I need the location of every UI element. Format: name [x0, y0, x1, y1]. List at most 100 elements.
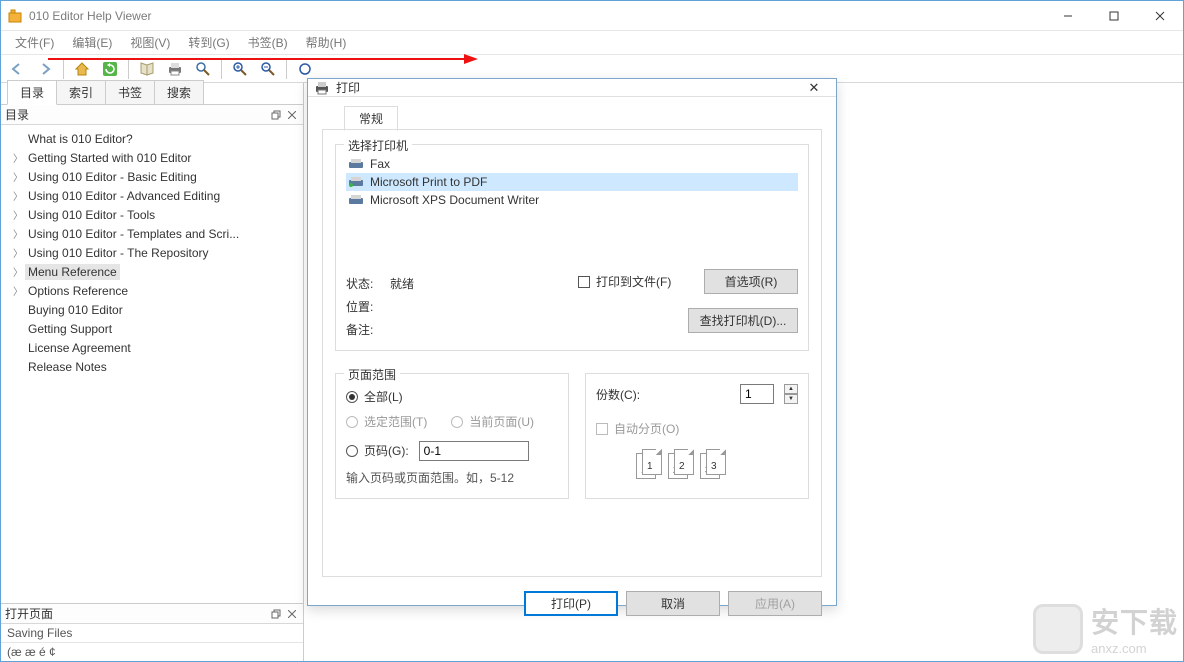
tree-node[interactable]: Buying 010 Editor	[7, 300, 303, 319]
sidebar: 目录 索引 书签 搜索 目录 What is 010 Editor?〉Getti…	[1, 83, 304, 661]
group-select-printer: 选择打印机 FaxMicrosoft Print to PDFMicrosoft…	[335, 144, 809, 351]
zoom-in-button[interactable]	[228, 57, 252, 81]
tree-node[interactable]: 〉Options Reference	[7, 281, 303, 300]
zoom-out-button[interactable]	[256, 57, 280, 81]
tree-node[interactable]: Getting Support	[7, 319, 303, 338]
tree-node-label: Using 010 Editor - Tools	[25, 207, 158, 223]
tree-node-label: Getting Support	[25, 321, 115, 337]
radio-all[interactable]: 全部(L)	[346, 388, 558, 405]
watermark-domain: anxz.com	[1091, 641, 1178, 656]
copies-input[interactable]	[740, 384, 774, 404]
expand-icon[interactable]: 〉	[13, 207, 25, 222]
find-button[interactable]	[191, 57, 215, 81]
tree-node-label: Release Notes	[25, 359, 110, 375]
print-to-file-checkbox[interactable]: 打印到文件(F)	[578, 273, 671, 290]
tree-node[interactable]: What is 010 Editor?	[7, 129, 303, 148]
sidebar-tabs: 目录 索引 书签 搜索	[1, 83, 303, 105]
expand-icon[interactable]: 〉	[13, 283, 25, 298]
print-button[interactable]	[163, 57, 187, 81]
toc-panel-header: 目录	[1, 105, 303, 125]
open-pages-line2: (æ æ é ¢	[1, 642, 303, 661]
printer-item-label: Microsoft Print to PDF	[370, 175, 487, 189]
printer-item-icon	[348, 194, 364, 206]
expand-icon[interactable]: 〉	[13, 245, 25, 260]
tree-node[interactable]: 〉Using 010 Editor - Advanced Editing	[7, 186, 303, 205]
tree-node[interactable]: 〉Using 010 Editor - The Repository	[7, 243, 303, 262]
close-panel-icon-2[interactable]	[285, 607, 299, 621]
minimize-button[interactable]	[1045, 1, 1091, 31]
titlebar: 010 Editor Help Viewer	[1, 1, 1183, 31]
print-dialog-close[interactable]: ✕	[798, 80, 830, 96]
menu-help[interactable]: 帮助(H)	[298, 32, 355, 53]
printer-item[interactable]: Microsoft Print to PDF	[346, 173, 798, 191]
back-button[interactable]	[5, 57, 29, 81]
menu-view[interactable]: 视图(V)	[122, 32, 178, 53]
printer-item-label: Microsoft XPS Document Writer	[370, 193, 539, 207]
printer-item[interactable]: Microsoft XPS Document Writer	[346, 191, 798, 209]
tab-bookmarks[interactable]: 书签	[105, 80, 155, 104]
find-printer-button[interactable]: 查找打印机(D)...	[688, 308, 798, 333]
tree-node-label: Menu Reference	[25, 264, 120, 280]
printer-item-label: Fax	[370, 157, 390, 171]
tree-node-label: Using 010 Editor - Basic Editing	[25, 169, 200, 185]
tree-node-label: Using 010 Editor - Templates and Scri...	[25, 226, 242, 242]
maximize-button[interactable]	[1091, 1, 1137, 31]
pages-input[interactable]	[419, 441, 529, 461]
print-dialog: 打印 ✕ 常规 选择打印机 FaxMicrosoft Print to PDFM…	[307, 78, 837, 606]
collate-illustration: 11 22 33	[636, 453, 798, 483]
tree-node[interactable]: License Agreement	[7, 338, 303, 357]
tree-node[interactable]: Release Notes	[7, 357, 303, 376]
open-pages-header: 打开页面	[1, 604, 303, 624]
menu-edit[interactable]: 编辑(E)	[64, 32, 120, 53]
open-pages-panel: 打开页面 Saving Files (æ æ é ¢	[1, 604, 303, 661]
tree-node[interactable]: 〉Using 010 Editor - Basic Editing	[7, 167, 303, 186]
radio-current-page: 当前页面(U)	[451, 413, 534, 430]
tab-search[interactable]: 搜索	[154, 80, 204, 104]
forward-button[interactable]	[33, 57, 57, 81]
toc-tree[interactable]: What is 010 Editor?〉Getting Started with…	[1, 125, 303, 604]
home-button[interactable]	[70, 57, 94, 81]
print-dialog-title: 打印	[336, 79, 798, 96]
zoom-reset-button[interactable]	[293, 57, 317, 81]
tree-node[interactable]: 〉Using 010 Editor - Templates and Scri..…	[7, 224, 303, 243]
printer-list[interactable]: Fax Microsoft Print to PDF Microsoft XPS D…	[346, 155, 798, 235]
close-button[interactable]	[1137, 1, 1183, 31]
refresh-button[interactable]	[98, 57, 122, 81]
window-title: 010 Editor Help Viewer	[29, 9, 1045, 23]
undock-icon[interactable]	[269, 108, 283, 122]
menubar: 文件(F) 编辑(E) 视图(V) 转到(G) 书签(B) 帮助(H)	[1, 31, 1183, 55]
book-icon[interactable]	[135, 57, 159, 81]
printer-item-icon	[348, 176, 364, 188]
open-pages-line1[interactable]: Saving Files	[1, 624, 303, 642]
expand-icon[interactable]: 〉	[13, 188, 25, 203]
copies-spin-up[interactable]: ▲	[784, 384, 798, 394]
expand-icon[interactable]: 〉	[13, 169, 25, 184]
tab-toc[interactable]: 目录	[7, 80, 57, 105]
printer-icon	[314, 80, 330, 96]
printer-item[interactable]: Fax	[346, 155, 798, 173]
print-button-action[interactable]: 打印(P)	[524, 591, 618, 616]
print-tab-general[interactable]: 常规	[344, 106, 398, 131]
preferences-button[interactable]: 首选项(R)	[704, 269, 798, 294]
menu-file[interactable]: 文件(F)	[7, 32, 62, 53]
tree-node[interactable]: 〉Menu Reference	[7, 262, 303, 281]
copies-spin-down[interactable]: ▼	[784, 394, 798, 404]
expand-icon[interactable]: 〉	[13, 150, 25, 165]
tab-index[interactable]: 索引	[56, 80, 106, 104]
group-page-range: 页面范围 全部(L) 选定范围(T) 当前页面(U) 页码(G): 输入页码或页…	[335, 373, 569, 499]
undock-icon-2[interactable]	[269, 607, 283, 621]
expand-icon[interactable]: 〉	[13, 264, 25, 279]
tree-node[interactable]: 〉Using 010 Editor - Tools	[7, 205, 303, 224]
menu-bookmark[interactable]: 书签(B)	[240, 32, 296, 53]
tree-node-label: License Agreement	[25, 340, 134, 356]
radio-pages[interactable]: 页码(G):	[346, 442, 409, 459]
tree-node[interactable]: 〉Getting Started with 010 Editor	[7, 148, 303, 167]
printer-item-icon	[348, 158, 364, 170]
close-panel-icon[interactable]	[285, 108, 299, 122]
tree-node-label: Options Reference	[25, 283, 131, 299]
expand-icon[interactable]: 〉	[13, 226, 25, 241]
open-pages-label: 打开页面	[5, 605, 267, 622]
menu-goto[interactable]: 转到(G)	[180, 32, 237, 53]
cancel-button[interactable]: 取消	[626, 591, 720, 616]
apply-button: 应用(A)	[728, 591, 822, 616]
